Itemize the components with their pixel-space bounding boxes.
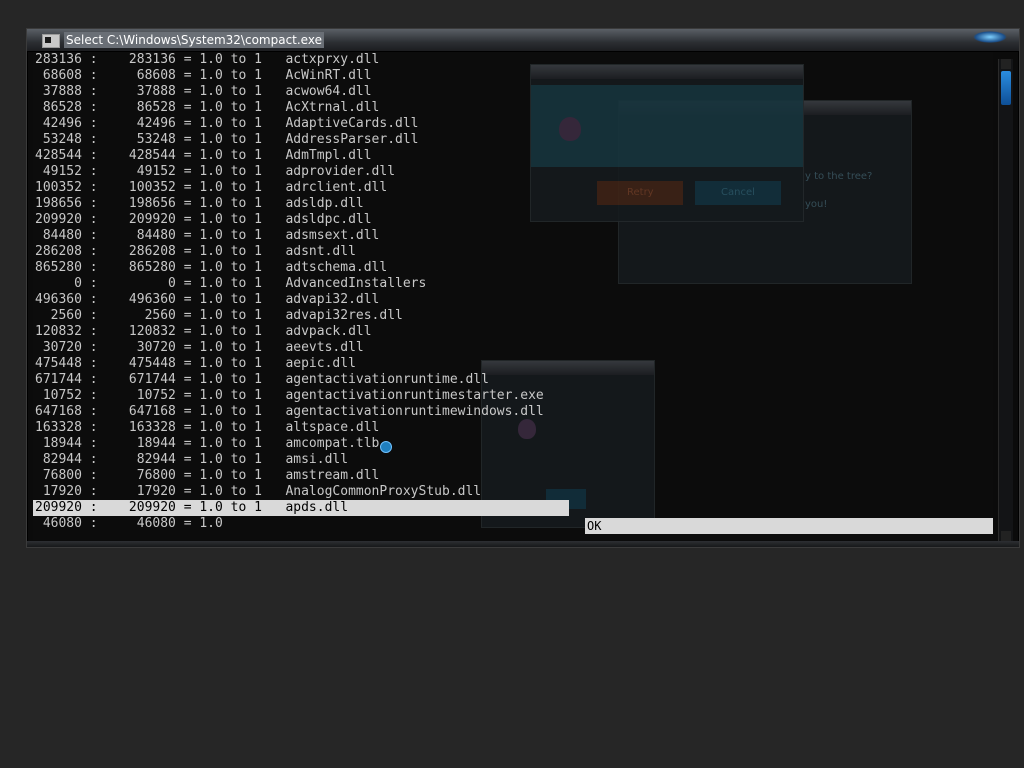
output-line: 49152 : 49152 = 1.0 to 1 adprovider.dll <box>35 164 396 179</box>
output-line: 37888 : 37888 = 1.0 to 1 acwow64.dll <box>35 84 372 99</box>
output-line: 0 : 0 = 1.0 to 1 AdvancedInstallers <box>35 276 427 291</box>
window-bottom-border <box>27 541 1019 547</box>
scroll-down-icon[interactable] <box>1001 531 1011 541</box>
ghost-retry-label: Retry <box>627 187 654 198</box>
output-line: 100352 : 100352 = 1.0 to 1 adrclient.dll <box>35 180 388 195</box>
titlebar-glow-icon <box>973 31 1007 43</box>
mouse-cursor-icon <box>380 441 392 453</box>
selected-output-line[interactable]: 209920 : 209920 = 1.0 to 1 apds.dll <box>33 500 569 516</box>
output-line: 120832 : 120832 = 1.0 to 1 advpack.dll <box>35 324 372 339</box>
console-output-area[interactable]: y to the tree? you! Retry Cancel 283136 … <box>33 52 993 540</box>
output-line: 18944 : 18944 = 1.0 to 1 amcompat.tlb <box>35 436 380 451</box>
output-line: 198656 : 198656 = 1.0 to 1 adsldp.dll <box>35 196 364 211</box>
output-line: 286208 : 286208 = 1.0 to 1 adsnt.dll <box>35 244 356 259</box>
selection-bar-text: OK <box>587 519 602 533</box>
output-line: 283136 : 283136 = 1.0 to 1 actxprxy.dll <box>35 52 380 67</box>
scrollbar-thumb[interactable] <box>1001 71 1011 105</box>
output-line: 42496 : 42496 = 1.0 to 1 AdaptiveCards.d… <box>35 116 419 131</box>
output-line: 475448 : 475448 = 1.0 to 1 aepic.dll <box>35 356 356 371</box>
ghost-dialog-front: Retry Cancel <box>530 64 804 222</box>
ghost-text-2: you! <box>805 199 828 210</box>
ghost-cancel-label: Cancel <box>721 187 755 198</box>
window-title: Select C:\Windows\System32\compact.exe <box>64 32 324 48</box>
scroll-up-icon[interactable] <box>1001 59 1011 69</box>
output-line: 647168 : 647168 = 1.0 to 1 agentactivati… <box>35 404 544 419</box>
output-line: 30720 : 30720 = 1.0 to 1 aeevts.dll <box>35 340 364 355</box>
title-bar[interactable]: Select C:\Windows\System32\compact.exe <box>27 29 1019 52</box>
output-line: 84480 : 84480 = 1.0 to 1 adsmsext.dll <box>35 228 380 243</box>
output-line: 865280 : 865280 = 1.0 to 1 adtschema.dll <box>35 260 388 275</box>
output-line: 17920 : 17920 = 1.0 to 1 AnalogCommonPro… <box>35 484 482 499</box>
output-line: 496360 : 496360 = 1.0 to 1 advapi32.dll <box>35 292 380 307</box>
output-line: 76800 : 76800 = 1.0 to 1 amstream.dll <box>35 468 380 483</box>
output-line: 428544 : 428544 = 1.0 to 1 AdmTmpl.dll <box>35 148 372 163</box>
ghost-retry-button: Retry <box>597 181 683 205</box>
partial-output-line: 46080 : 46080 = 1.0 <box>35 516 223 531</box>
console-text: 283136 : 283136 = 1.0 to 1 actxprxy.dll … <box>33 52 569 532</box>
output-line: 2560 : 2560 = 1.0 to 1 advapi32res.dll <box>35 308 403 323</box>
ghost-dialog-front-title <box>531 65 803 79</box>
output-line: 82944 : 82944 = 1.0 to 1 amsi.dll <box>35 452 349 467</box>
output-line: 10752 : 10752 = 1.0 to 1 agentactivation… <box>35 388 544 403</box>
output-line: 53248 : 53248 = 1.0 to 1 AddressParser.d… <box>35 132 419 147</box>
output-line: 671744 : 671744 = 1.0 to 1 agentactivati… <box>35 372 489 387</box>
console-app-icon[interactable] <box>42 34 60 48</box>
output-line: 86528 : 86528 = 1.0 to 1 AcXtrnal.dll <box>35 100 380 115</box>
output-line: 163328 : 163328 = 1.0 to 1 altspace.dll <box>35 420 380 435</box>
console-window: Select C:\Windows\System32\compact.exe y… <box>26 28 1020 548</box>
output-line: 209920 : 209920 = 1.0 to 1 adsldpc.dll <box>35 212 372 227</box>
output-line: 68608 : 68608 = 1.0 to 1 AcWinRT.dll <box>35 68 372 83</box>
selection-highlight-bar[interactable]: OK <box>585 518 993 534</box>
ghost-text-1: y to the tree? <box>805 171 873 182</box>
ghost-cancel-button: Cancel <box>695 181 781 205</box>
vertical-scrollbar[interactable] <box>998 59 1013 541</box>
